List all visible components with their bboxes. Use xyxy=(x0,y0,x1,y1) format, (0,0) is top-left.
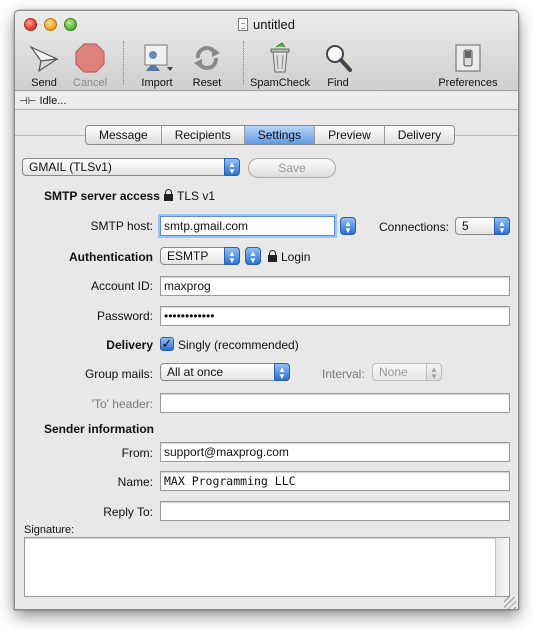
smtp-host-field[interactable]: smtp.gmail.com xyxy=(160,216,335,236)
toolbar-separator xyxy=(243,41,244,85)
tab-bar: Message Recipients Settings Preview Deli… xyxy=(85,125,456,145)
tls-label: TLS v1 xyxy=(177,189,216,203)
account-id-field[interactable]: maxprog xyxy=(160,276,510,296)
sender-name-field[interactable]: MAX Programming LLC xyxy=(160,471,510,491)
status-bar: ⊣⊢ Idle... xyxy=(15,92,518,110)
toolbar: untitled Send Cancel Import Reset SpamCh… xyxy=(15,11,518,91)
connections-value: 5 xyxy=(462,219,469,233)
group-mails-value: All at once xyxy=(167,365,224,379)
main-window: untitled Send Cancel Import Reset SpamCh… xyxy=(14,10,519,610)
to-header-label: 'To' header: xyxy=(91,397,153,411)
connections-label: Connections: xyxy=(379,220,450,234)
find-button[interactable]: Find xyxy=(306,41,370,89)
group-mails-select[interactable]: All at once ▲ ▼ xyxy=(160,363,290,381)
tls-indicator: TLS v1 xyxy=(164,189,215,203)
singly-label: Singly (recommended) xyxy=(178,338,299,352)
account-preset-value: GMAIL (TLSv1) xyxy=(29,160,112,174)
signature-textarea[interactable] xyxy=(24,537,510,597)
switch-icon xyxy=(451,41,485,75)
interval-value: None xyxy=(379,365,408,379)
tab-recipients[interactable]: Recipients xyxy=(162,126,245,144)
login-indicator: Login xyxy=(268,250,310,264)
account-id-label: Account ID: xyxy=(90,279,153,293)
reply-to-label: Reply To: xyxy=(103,505,153,519)
window-title-bar: untitled xyxy=(15,17,518,32)
authentication-label: Authentication xyxy=(69,250,153,264)
refresh-icon xyxy=(190,41,224,75)
auth-options-button[interactable]: ▲ ▼ xyxy=(245,247,261,265)
sender-section-label: Sender information xyxy=(44,422,155,436)
interval-label: Interval: xyxy=(322,367,365,381)
magnifier-icon xyxy=(321,41,355,75)
password-label: Password: xyxy=(96,309,153,323)
cancel-button[interactable]: Cancel xyxy=(58,41,122,89)
popup-arrows-icon: ▲ ▼ xyxy=(274,363,290,381)
status-text: Idle... xyxy=(39,95,67,107)
document-icon xyxy=(238,18,249,31)
popup-arrows-icon: ▲ ▼ xyxy=(224,247,240,265)
save-button[interactable]: Save xyxy=(248,158,336,178)
to-header-field[interactable] xyxy=(160,393,510,413)
preferences-button[interactable]: Preferences xyxy=(431,41,505,89)
delivery-label: Delivery xyxy=(106,338,153,352)
settings-panel: Message Recipients Settings Preview Deli… xyxy=(15,111,518,609)
name-label: Name: xyxy=(117,475,153,489)
smtp-host-presets-button[interactable]: ▲ ▼ xyxy=(340,217,356,235)
popup-arrows-icon: ▲ ▼ xyxy=(224,158,240,176)
from-label: From: xyxy=(121,446,153,460)
smtp-host-label: SMTP host: xyxy=(90,219,153,233)
stop-sign-icon xyxy=(73,41,107,75)
import-people-icon xyxy=(140,41,174,75)
resize-grip-icon[interactable] xyxy=(504,597,516,609)
singly-checkbox[interactable]: ✓ xyxy=(160,337,174,351)
tab-message[interactable]: Message xyxy=(86,126,162,144)
lock-icon xyxy=(164,189,173,201)
password-field[interactable]: •••••••••••• xyxy=(160,306,510,326)
spamcheck-button[interactable]: SpamCheck xyxy=(248,41,312,89)
signature-scrollbar[interactable] xyxy=(495,538,509,596)
from-field[interactable]: support@maxprog.com xyxy=(160,442,510,462)
paper-plane-icon xyxy=(27,41,61,75)
interval-select[interactable]: None ▲ ▼ xyxy=(372,363,442,381)
account-preset-select[interactable]: GMAIL (TLSv1) ▲ ▼ xyxy=(22,158,240,176)
connections-select[interactable]: 5 ▲ ▼ xyxy=(455,217,510,235)
login-label: Login xyxy=(281,250,311,264)
toolbar-separator xyxy=(123,41,124,85)
connection-plug-icon: ⊣⊢ xyxy=(19,96,37,107)
smtp-section-label: SMTP server access xyxy=(44,189,160,203)
signature-label: Signature: xyxy=(24,524,75,536)
popup-arrows-icon: ▲ ▼ xyxy=(426,363,442,381)
auth-method-value: ESMTP xyxy=(167,249,209,263)
group-mails-label: Group mails: xyxy=(84,367,153,381)
tab-preview[interactable]: Preview xyxy=(315,126,385,144)
trash-can-icon xyxy=(263,41,297,75)
auth-method-select[interactable]: ESMTP ▲ ▼ xyxy=(160,247,240,265)
tab-delivery[interactable]: Delivery xyxy=(385,126,454,144)
reply-to-field[interactable] xyxy=(160,501,510,521)
popup-arrows-icon: ▲ ▼ xyxy=(494,217,510,235)
reset-button[interactable]: Reset xyxy=(175,41,239,89)
tab-settings[interactable]: Settings xyxy=(244,126,316,144)
lock-icon xyxy=(268,250,277,262)
window-title: untitled xyxy=(253,17,295,32)
